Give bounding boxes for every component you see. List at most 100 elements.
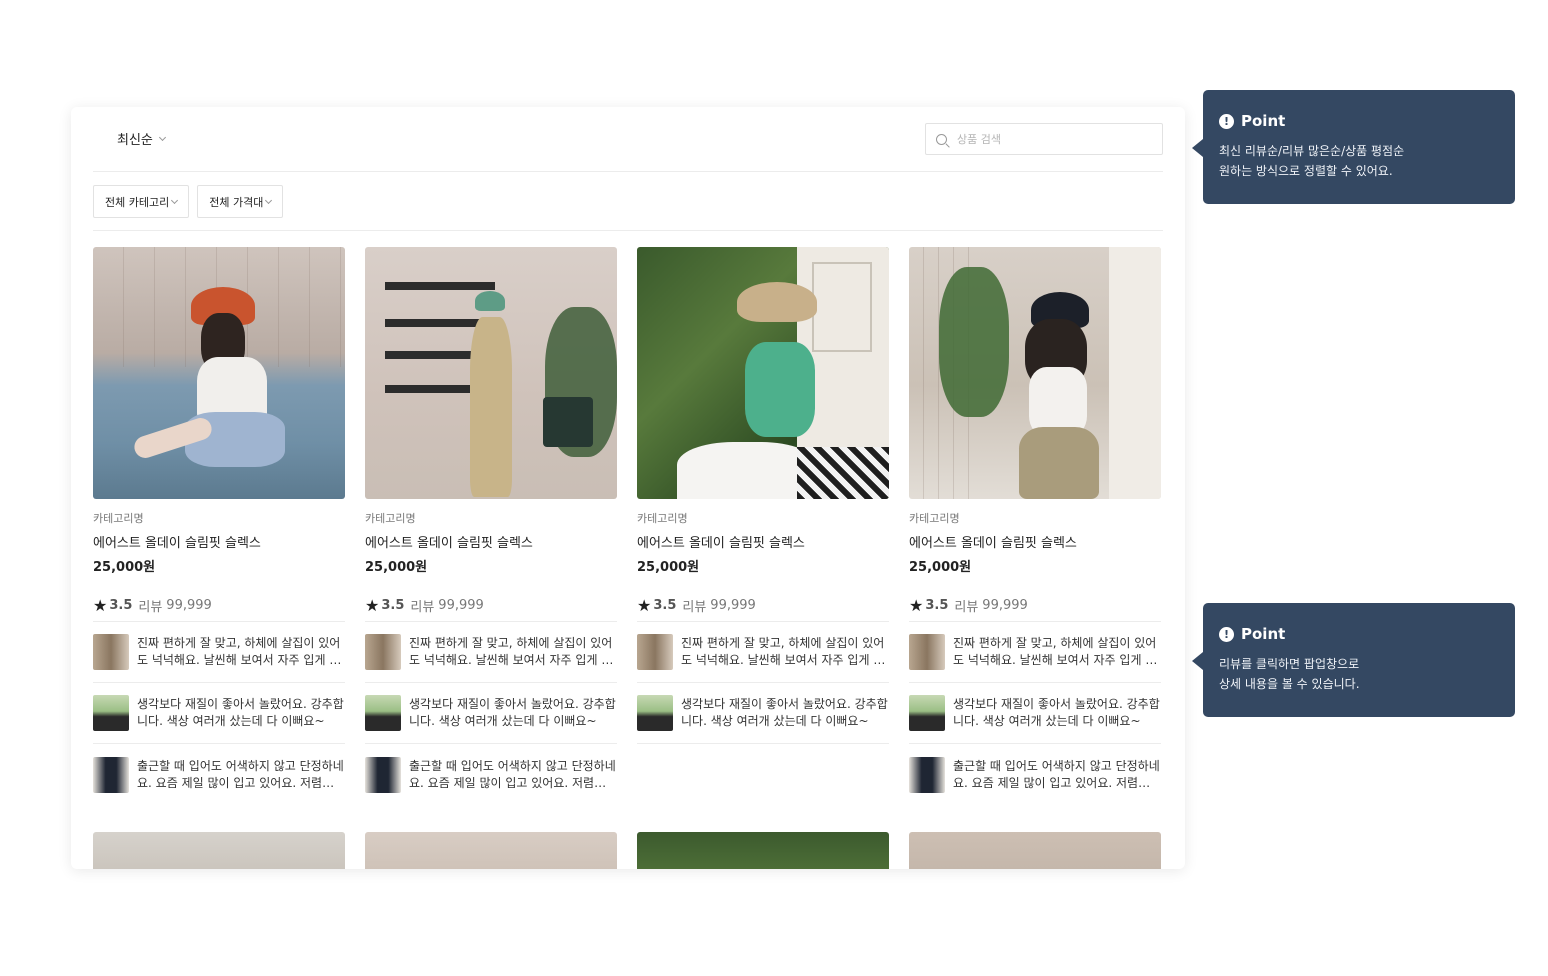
category-filter-dropdown[interactable]: 전체 카테고리 bbox=[93, 185, 190, 218]
exclamation-circle-icon: ! bbox=[1219, 626, 1234, 642]
review-thumbnail bbox=[93, 756, 129, 793]
product-image[interactable] bbox=[637, 832, 889, 869]
review-item[interactable]: 생각보다 재질이 좋아서 놀랐어요. 강추합니다. 색상 여러개 샀는데 다 이… bbox=[93, 683, 345, 744]
review-item[interactable]: 출근할 때 입어도 어색하지 않고 단정하네요. 요즘 제일 많이 입고 있어요… bbox=[93, 744, 345, 805]
review-count: 99,999 bbox=[438, 597, 484, 613]
product-image[interactable] bbox=[365, 832, 617, 869]
review-item[interactable]: 진짜 편하게 잘 맞고, 하체에 살집이 있어도 넉넉해요. 날씬해 보여서 자… bbox=[93, 622, 345, 683]
review-thumbnail bbox=[637, 634, 673, 670]
review-text: 생각보다 재질이 좋아서 놀랐어요. 강추합니다. 색상 여러개 샀는데 다 이… bbox=[953, 697, 1160, 728]
tooltip-line: 최신 리뷰순/리뷰 많은순/상품 평점순 bbox=[1219, 144, 1405, 158]
review-text: 진짜 편하게 잘 맞고, 하체에 살집이 있어도 넉넉해요. 날씬해 보여서 자… bbox=[681, 636, 885, 667]
review-thumbnail bbox=[93, 695, 129, 731]
review-thumbnail bbox=[365, 695, 401, 731]
review-text: 출근할 때 입어도 어색하지 않고 단정하네요. 요즘 제일 많이 입고 있어요… bbox=[137, 758, 344, 790]
review-item[interactable]: 출근할 때 입어도 어색하지 않고 단정하네요. 요즘 제일 많이 입고 있어요… bbox=[909, 744, 1161, 805]
tooltip-line: 원하는 방식으로 정렬할 수 있어요. bbox=[1219, 164, 1393, 178]
product-card[interactable]: 카테고리명 에어스트 올데이 슬림핏 슬렉스 25,000원 ★ 3.5 리뷰 … bbox=[637, 247, 889, 805]
divider bbox=[93, 171, 1163, 172]
review-thumbnail bbox=[365, 634, 401, 670]
product-image[interactable] bbox=[365, 247, 617, 499]
sort-label: 최신순 bbox=[117, 133, 153, 148]
product-list-panel: 최신순 전체 카테고리 전체 가격대 카테고리명 bbox=[71, 107, 1185, 869]
product-rating: ★ 3.5 리뷰 99,999 bbox=[637, 594, 889, 616]
product-price: 25,000원 bbox=[637, 560, 700, 575]
product-card[interactable]: 카테고리명 에어스트 올데이 슬림핏 슬렉스 25,000원 ★ 3.5 리뷰 … bbox=[93, 247, 345, 805]
review-item[interactable]: 생각보다 재질이 좋아서 놀랐어요. 강추합니다. 색상 여러개 샀는데 다 이… bbox=[909, 683, 1161, 744]
product-price: 25,000원 bbox=[909, 560, 972, 575]
product-image[interactable] bbox=[93, 247, 345, 499]
rating-score: 3.5 bbox=[925, 597, 949, 613]
review-item[interactable]: 진짜 편하게 잘 맞고, 하체에 살집이 있어도 넉넉해요. 날씬해 보여서 자… bbox=[909, 622, 1161, 683]
review-text: 생각보다 재질이 좋아서 놀랐어요. 강추합니다. 색상 여러개 샀는데 다 이… bbox=[409, 697, 616, 728]
star-icon: ★ bbox=[93, 595, 108, 615]
review-label: 리뷰 bbox=[410, 599, 435, 615]
rating-score: 3.5 bbox=[109, 597, 133, 613]
product-name[interactable]: 에어스트 올데이 슬림핏 슬렉스 bbox=[909, 532, 1161, 551]
product-image[interactable] bbox=[93, 832, 345, 869]
product-card[interactable]: 카테고리명 에어스트 올데이 슬림핏 슬렉스 25,000원 ★ 3.5 리뷰 … bbox=[365, 247, 617, 805]
search-icon bbox=[936, 133, 947, 145]
sort-dropdown[interactable]: 최신순 bbox=[117, 129, 166, 148]
product-category: 카테고리명 bbox=[93, 512, 144, 525]
review-item[interactable]: 출근할 때 입어도 어색하지 않고 단정하네요. 요즘 제일 많이 입고 있어요… bbox=[365, 744, 617, 805]
product-price: 25,000원 bbox=[365, 560, 428, 575]
exclamation-circle-icon: ! bbox=[1219, 113, 1234, 129]
review-thumbnail bbox=[909, 695, 945, 731]
product-image[interactable] bbox=[637, 247, 889, 499]
review-item[interactable]: 진짜 편하게 잘 맞고, 하체에 살집이 있어도 넉넉해요. 날씬해 보여서 자… bbox=[637, 622, 889, 683]
review-label: 리뷰 bbox=[138, 599, 163, 615]
review-text: 생각보다 재질이 좋아서 놀랐어요. 강추합니다. 색상 여러개 샀는데 다 이… bbox=[137, 697, 344, 728]
review-list: 진짜 편하게 잘 맞고, 하체에 살집이 있어도 넉넉해요. 날씬해 보여서 자… bbox=[365, 621, 617, 805]
product-card[interactable]: 카테고리명 에어스트 올데이 슬림핏 슬렉스 25,000원 ★ 3.5 리뷰 … bbox=[909, 247, 1161, 805]
divider bbox=[93, 230, 1163, 231]
review-thumbnail bbox=[909, 634, 945, 670]
review-count: 99,999 bbox=[710, 597, 756, 613]
review-item[interactable]: 진짜 편하게 잘 맞고, 하체에 살집이 있어도 넉넉해요. 날씬해 보여서 자… bbox=[365, 622, 617, 683]
product-rating: ★ 3.5 리뷰 99,999 bbox=[909, 594, 1161, 616]
search-box[interactable] bbox=[925, 123, 1163, 155]
review-text: 출근할 때 입어도 어색하지 않고 단정하네요. 요즘 제일 많이 입고 있어요… bbox=[409, 758, 616, 790]
rating-score: 3.5 bbox=[381, 597, 405, 613]
product-category: 카테고리명 bbox=[365, 512, 416, 525]
price-filter-dropdown[interactable]: 전체 가격대 bbox=[197, 185, 284, 218]
product-price: 25,000원 bbox=[93, 560, 156, 575]
tooltip-body: 리뷰를 클릭하면 팝업창으로 상세 내용을 볼 수 있습니다. bbox=[1219, 654, 1499, 694]
tooltip-line: 상세 내용을 볼 수 있습니다. bbox=[1219, 677, 1360, 691]
tooltip-body: 최신 리뷰순/리뷰 많은순/상품 평점순 원하는 방식으로 정렬할 수 있어요. bbox=[1219, 141, 1499, 181]
review-text: 출근할 때 입어도 어색하지 않고 단정하네요. 요즘 제일 많이 입고 있어요… bbox=[953, 758, 1160, 790]
review-thumbnail bbox=[909, 756, 945, 793]
price-filter-label: 전체 가격대 bbox=[209, 195, 264, 209]
product-category: 카테고리명 bbox=[637, 512, 688, 525]
product-name[interactable]: 에어스트 올데이 슬림핏 슬렉스 bbox=[365, 532, 617, 551]
chevron-down-icon bbox=[265, 196, 273, 204]
review-count: 99,999 bbox=[166, 597, 212, 613]
review-thumbnail bbox=[637, 695, 673, 731]
rating-score: 3.5 bbox=[653, 597, 677, 613]
review-text: 진짜 편하게 잘 맞고, 하체에 살집이 있어도 넉넉해요. 날씬해 보여서 자… bbox=[953, 636, 1157, 667]
review-list: 진짜 편하게 잘 맞고, 하체에 살집이 있어도 넉넉해요. 날씬해 보여서 자… bbox=[637, 621, 889, 744]
tooltip-sort-point: ! Point 최신 리뷰순/리뷰 많은순/상품 평점순 원하는 방식으로 정렬… bbox=[1192, 90, 1515, 204]
review-label: 리뷰 bbox=[682, 599, 707, 615]
star-icon: ★ bbox=[637, 595, 652, 615]
review-label: 리뷰 bbox=[954, 599, 979, 615]
tooltip-review-point: ! Point 리뷰를 클릭하면 팝업창으로 상세 내용을 볼 수 있습니다. bbox=[1192, 603, 1515, 717]
review-text: 진짜 편하게 잘 맞고, 하체에 살집이 있어도 넉넉해요. 날씬해 보여서 자… bbox=[409, 636, 613, 667]
chevron-down-icon bbox=[158, 133, 166, 141]
review-list: 진짜 편하게 잘 맞고, 하체에 살집이 있어도 넉넉해요. 날씬해 보여서 자… bbox=[909, 621, 1161, 805]
review-count: 99,999 bbox=[982, 597, 1028, 613]
product-name[interactable]: 에어스트 올데이 슬림핏 슬렉스 bbox=[93, 532, 345, 551]
review-item[interactable]: 생각보다 재질이 좋아서 놀랐어요. 강추합니다. 색상 여러개 샀는데 다 이… bbox=[637, 683, 889, 744]
product-image[interactable] bbox=[909, 247, 1161, 499]
filter-bar: 전체 카테고리 전체 가격대 bbox=[93, 185, 284, 218]
product-name[interactable]: 에어스트 올데이 슬림핏 슬렉스 bbox=[637, 532, 889, 551]
product-image[interactable] bbox=[909, 832, 1161, 869]
search-input[interactable] bbox=[957, 132, 1147, 146]
star-icon: ★ bbox=[365, 595, 380, 615]
tooltip-line: 리뷰를 클릭하면 팝업창으로 bbox=[1219, 657, 1360, 671]
review-item[interactable]: 생각보다 재질이 좋아서 놀랐어요. 강추합니다. 색상 여러개 샀는데 다 이… bbox=[365, 683, 617, 744]
product-category: 카테고리명 bbox=[909, 512, 960, 525]
tooltip-title: Point bbox=[1241, 112, 1286, 130]
tooltip-header: ! Point bbox=[1219, 625, 1499, 643]
product-grid-next-row bbox=[93, 832, 1161, 869]
